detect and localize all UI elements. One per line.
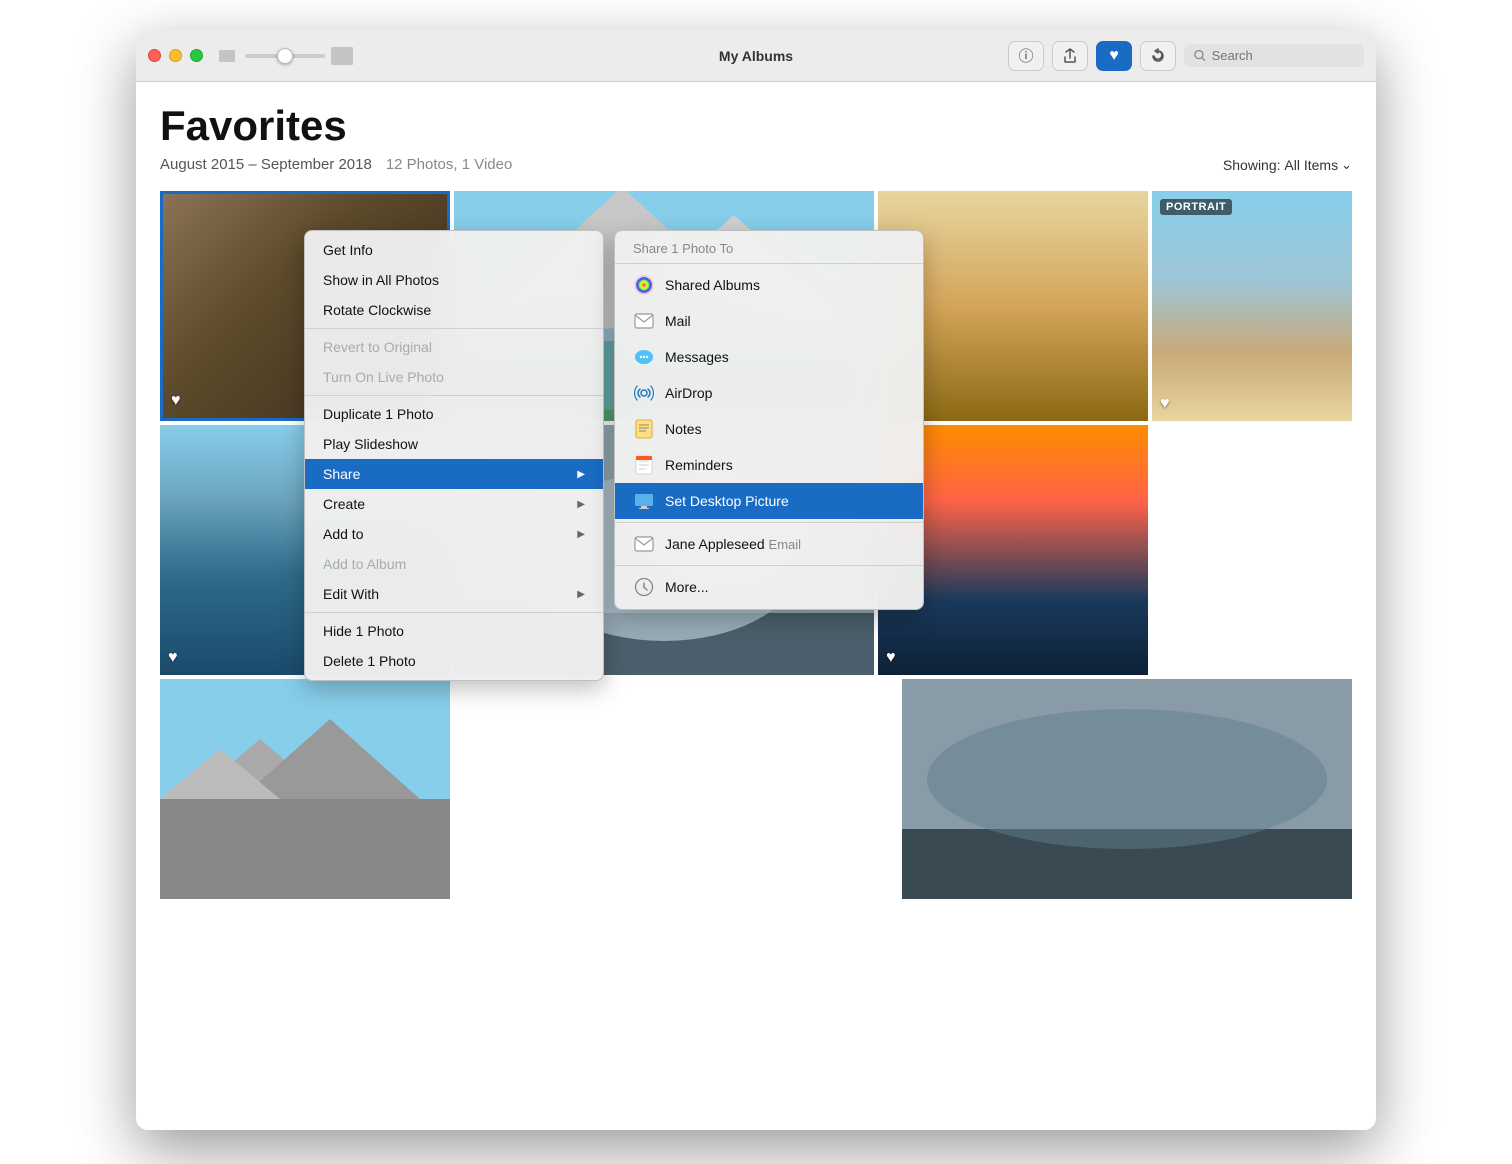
maximize-button[interactable]: [190, 49, 203, 62]
submenu-item-mail[interactable]: Mail: [615, 303, 923, 339]
close-button[interactable]: [148, 49, 161, 62]
menu-item-show-all[interactable]: Show in All Photos: [305, 265, 603, 295]
main-window: My Albums ⓘ ♥ F: [136, 30, 1376, 1130]
menu-separator-1: [305, 328, 603, 329]
submenu-item-reminders[interactable]: Reminders: [615, 447, 923, 483]
search-icon: [1194, 49, 1206, 62]
submenu-item-more[interactable]: More...: [615, 569, 923, 605]
submenu-title: Share 1 Photo To: [615, 235, 923, 260]
showing-label: Showing:: [1223, 157, 1281, 173]
messages-icon: [633, 346, 655, 368]
submenu-sep-1: [615, 522, 923, 523]
reminders-icon: [633, 454, 655, 476]
menu-item-add-to[interactable]: Add to ▶: [305, 519, 603, 549]
showing-value: All Items: [1284, 157, 1338, 173]
subtitle-left: August 2015 – September 2018 12 Photos, …: [160, 156, 512, 173]
photo-cell-empty-2: [454, 679, 898, 899]
mail-icon: [633, 310, 655, 332]
info-button[interactable]: ⓘ: [1008, 41, 1044, 71]
menu-item-delete[interactable]: Delete 1 Photo: [305, 646, 603, 676]
submenu-item-desktop[interactable]: Set Desktop Picture: [615, 483, 923, 519]
menu-item-live-photo: Turn On Live Photo: [305, 362, 603, 392]
airdrop-icon: [633, 382, 655, 404]
share-submenu: Share 1 Photo To Shared Albums Mail Mess…: [614, 230, 924, 610]
menu-item-get-info[interactable]: Get Info: [305, 235, 603, 265]
favorite-heart-4: ♥: [1160, 395, 1170, 413]
date-range: August 2015 – September 2018: [160, 156, 372, 173]
jane-email-icon: [633, 533, 655, 555]
menu-item-create[interactable]: Create ▶: [305, 489, 603, 519]
portrait-badge: PORTRAIT: [1160, 199, 1232, 215]
favorite-heart-7: ♥: [886, 649, 896, 667]
shared-albums-icon: [633, 274, 655, 296]
add-to-arrow: ▶: [577, 529, 585, 540]
showing-dropdown[interactable]: Showing: All Items ⌄: [1223, 157, 1352, 173]
subtitle-bar: August 2015 – September 2018 12 Photos, …: [160, 156, 1352, 173]
menu-item-rotate[interactable]: Rotate Clockwise: [305, 295, 603, 325]
favorite-heart-1: ♥: [171, 392, 181, 410]
menu-separator-3: [305, 612, 603, 613]
showing-arrow: ⌄: [1341, 157, 1352, 173]
menu-item-share[interactable]: Share ▶: [305, 459, 603, 489]
submenu-item-jane[interactable]: Jane Appleseed Email: [615, 526, 923, 562]
share-arrow: ▶: [577, 469, 585, 480]
photo-cell-4[interactable]: PORTRAIT ♥: [1152, 191, 1352, 421]
titlebar: My Albums ⓘ ♥: [136, 30, 1376, 82]
context-menu: Get Info Show in All Photos Rotate Clock…: [304, 230, 604, 681]
more-icon: [633, 576, 655, 598]
photo-cell-8[interactable]: [160, 679, 450, 899]
menu-item-hide[interactable]: Hide 1 Photo: [305, 616, 603, 646]
share-button[interactable]: [1052, 41, 1088, 71]
thumbnail-controls: [219, 47, 353, 65]
thumbnail-size-slider[interactable]: [245, 54, 325, 58]
menu-item-duplicate[interactable]: Duplicate 1 Photo: [305, 399, 603, 429]
minimize-button[interactable]: [169, 49, 182, 62]
create-arrow: ▶: [577, 499, 585, 510]
submenu-item-notes[interactable]: Notes: [615, 411, 923, 447]
menu-item-revert: Revert to Original: [305, 332, 603, 362]
submenu-sep-2: [615, 565, 923, 566]
submenu-sep-0: [615, 263, 923, 264]
menu-separator-2: [305, 395, 603, 396]
thumbnail-small-icon: [219, 50, 235, 62]
traffic-lights: [148, 49, 203, 62]
photo-cell-empty: [1152, 425, 1352, 675]
menu-item-edit-with[interactable]: Edit With ▶: [305, 579, 603, 609]
menu-item-add-album: Add to Album: [305, 549, 603, 579]
toolbar-actions: ⓘ ♥: [1008, 41, 1364, 71]
rotate-button[interactable]: [1140, 41, 1176, 71]
photo-count: 12 Photos, 1 Video: [386, 156, 513, 173]
desktop-picture-icon: [633, 490, 655, 512]
menu-item-slideshow[interactable]: Play Slideshow: [305, 429, 603, 459]
thumbnail-large-icon: [331, 47, 353, 65]
window-title: My Albums: [719, 48, 793, 64]
page-title: Favorites: [160, 102, 1352, 150]
submenu-item-messages[interactable]: Messages: [615, 339, 923, 375]
content-area: Favorites August 2015 – September 2018 1…: [136, 82, 1376, 1130]
submenu-item-airdrop[interactable]: AirDrop: [615, 375, 923, 411]
photo-cell-9[interactable]: [902, 679, 1352, 899]
search-input[interactable]: [1212, 48, 1354, 63]
edit-with-arrow: ▶: [577, 589, 585, 600]
submenu-item-shared-albums[interactable]: Shared Albums: [615, 267, 923, 303]
favorite-heart-5: ♥: [168, 649, 178, 667]
photo-row-3: [160, 679, 1352, 899]
search-box[interactable]: [1184, 44, 1364, 67]
favorite-button[interactable]: ♥: [1096, 41, 1132, 71]
notes-icon: [633, 418, 655, 440]
